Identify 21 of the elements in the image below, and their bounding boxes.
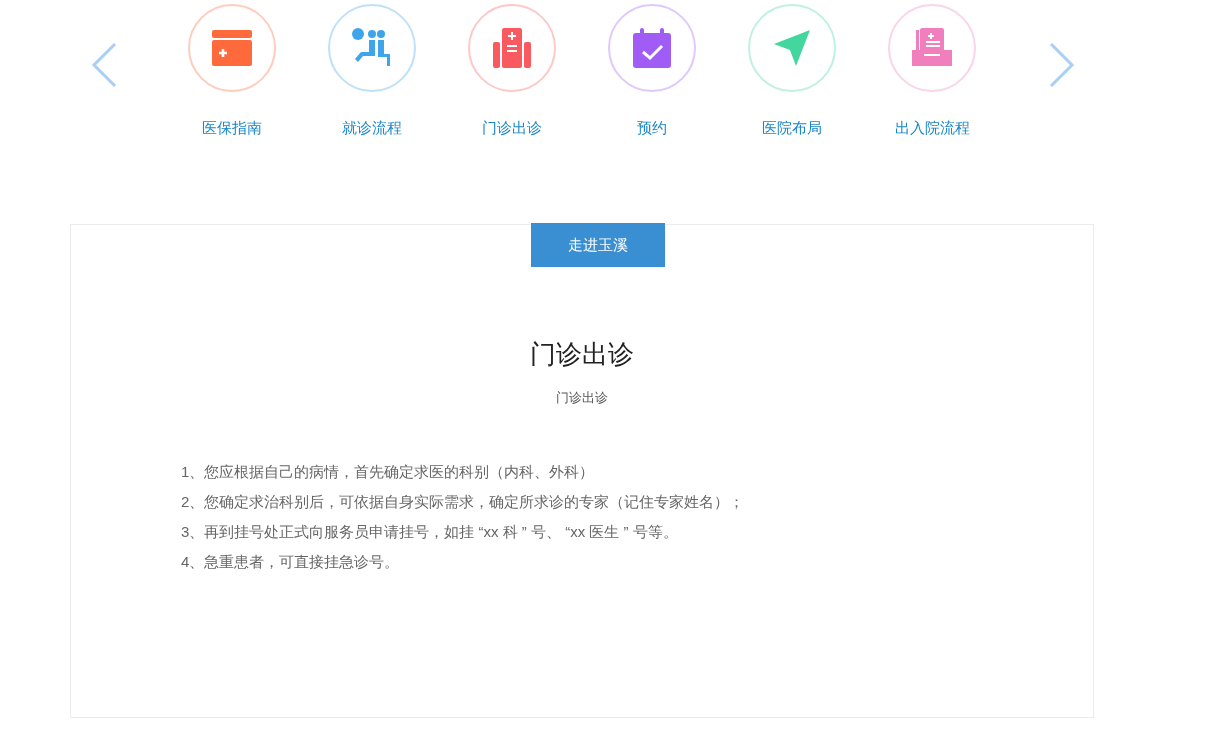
menu-link[interactable]: 医保指南 — [202, 118, 262, 138]
instruction-text: 4、急重患者，可直接挂急诊号。 — [181, 552, 401, 572]
menu-icon-drawing — [490, 26, 534, 70]
icon-circle[interactable] — [328, 4, 416, 92]
section-tab[interactable]: 走进玉溪 — [530, 223, 665, 267]
page-subtitle: 门诊出诊 — [555, 389, 609, 407]
menu-link[interactable]: 门诊出诊 — [482, 118, 542, 138]
icon-circle[interactable] — [468, 4, 556, 92]
menu-link[interactable]: 预约 — [637, 118, 667, 138]
icon-circle[interactable] — [748, 4, 836, 92]
menu-link[interactable]: 出入院流程 — [894, 118, 970, 138]
menu-icon-drawing — [630, 26, 674, 70]
instruction-text: 2、您确定求治科别后，可依据自身实际需求，确定所求诊的专家（记住专家姓名）； — [181, 492, 746, 512]
instruction-text: 1、您应根据自己的病情，首先确定求医的科别（内科、外科） — [181, 462, 596, 482]
icon-circle[interactable] — [608, 4, 696, 92]
menu-link[interactable]: 医院布局 — [762, 118, 822, 138]
instruction-text: 3、再到挂号处正式向服务员申请挂号，如挂 “xx 科 ” 号、 “xx 医生 ” 号等。 — [181, 522, 679, 542]
menu-link[interactable]: 就诊流程 — [342, 118, 402, 138]
page-title: 门诊出诊 — [529, 338, 635, 371]
icon-circle[interactable] — [888, 4, 976, 92]
icon-circle[interactable] — [188, 4, 276, 92]
